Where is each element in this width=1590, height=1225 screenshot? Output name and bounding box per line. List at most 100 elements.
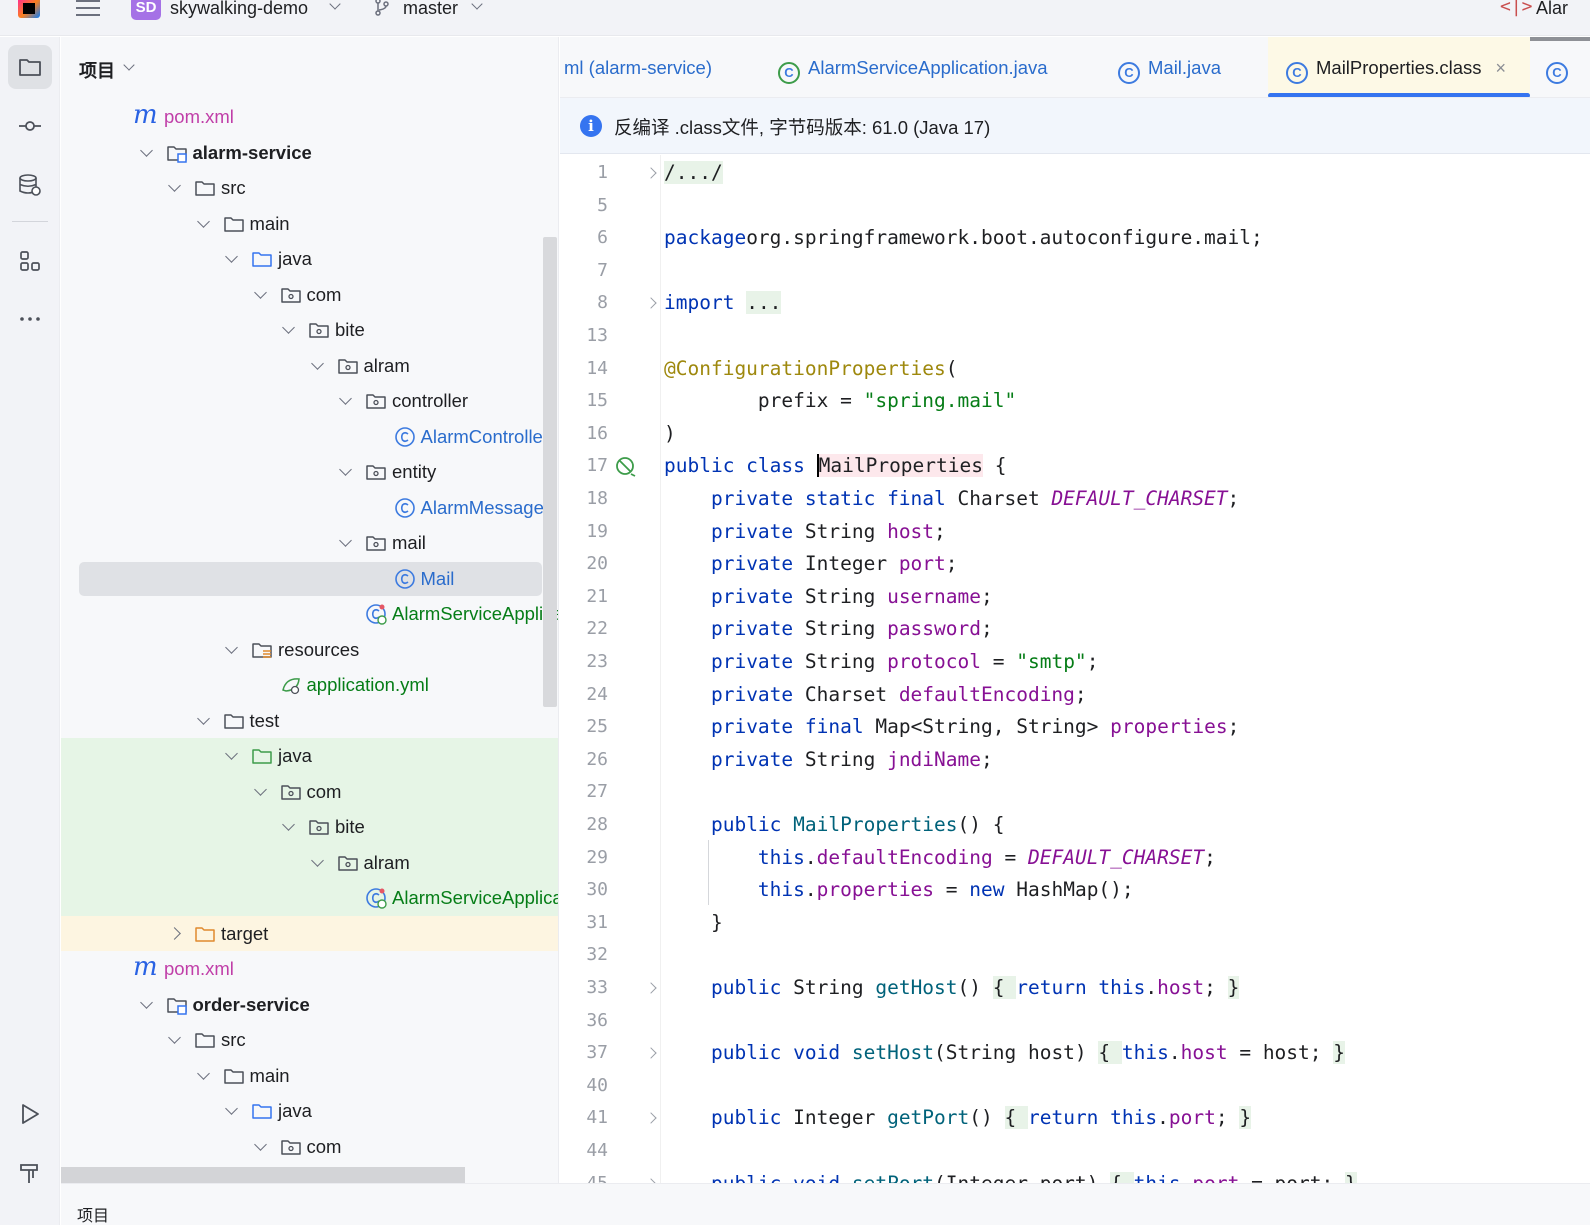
tree-row[interactable]: application.yml <box>61 667 558 703</box>
project-name[interactable]: skywalking-demo <box>170 0 308 19</box>
collapse-arrow-icon[interactable] <box>225 640 238 654</box>
fold-expand-icon[interactable] <box>645 167 657 179</box>
code-line[interactable]: 25 private final Map<String, String> pro… <box>560 711 1590 744</box>
collapse-arrow-icon[interactable] <box>225 250 238 263</box>
collapse-arrow-icon[interactable] <box>339 392 352 405</box>
code-line[interactable]: 29 this.defaultEncoding = DEFAULT_CHARSE… <box>560 842 1590 875</box>
project-badge[interactable]: SD <box>131 0 161 20</box>
tree-row[interactable]: com <box>61 773 558 809</box>
project-panel-title[interactable]: 项目 <box>79 57 115 83</box>
bottom-panel-label[interactable]: 项目 <box>77 1202 109 1225</box>
tree-row[interactable]: src <box>61 170 558 206</box>
collapse-arrow-icon[interactable] <box>168 1031 181 1044</box>
code-line[interactable]: 18 private static final Charset DEFAULT_… <box>560 483 1590 516</box>
tree-row[interactable]: mail <box>61 525 558 561</box>
tab-mail-properties-class[interactable]: C MailProperties.class × <box>1268 37 1530 97</box>
run-config-label[interactable]: Alar <box>1536 0 1568 19</box>
code-line[interactable]: 30 this.properties = new HashMap(); <box>560 874 1590 907</box>
line-number[interactable]: 32 <box>560 939 608 972</box>
tree-row[interactable]: com <box>61 1129 558 1165</box>
collapse-arrow-icon[interactable] <box>253 782 267 796</box>
tree-row[interactable]: controller <box>61 383 558 419</box>
tree-row[interactable]: m pom.xml <box>61 99 558 135</box>
line-number[interactable]: 15 <box>560 385 608 418</box>
code-line[interactable]: 6 packageorg.springframework.boot.autocon… <box>560 222 1590 255</box>
collapse-arrow-icon[interactable] <box>339 534 352 547</box>
project-tool-button[interactable] <box>8 45 52 89</box>
collapse-arrow-icon[interactable] <box>196 214 210 228</box>
tree-row[interactable]: AlarmServiceApplicatio <box>61 880 558 916</box>
code-line[interactable]: 41 public Integer getPort() { return thi… <box>560 1102 1590 1135</box>
tree-row[interactable]: bite <box>61 809 558 845</box>
more-tools-button[interactable] <box>8 297 52 341</box>
line-number[interactable]: 7 <box>560 255 608 288</box>
expand-arrow-icon[interactable] <box>168 926 181 940</box>
line-number[interactable]: 36 <box>560 1005 608 1038</box>
project-chevron-down-icon[interactable] <box>329 0 341 10</box>
code-line[interactable]: 14 @ConfigurationProperties( <box>560 353 1590 386</box>
tab-close-icon[interactable]: × <box>1496 38 1507 97</box>
structure-tool-button[interactable] <box>8 239 52 283</box>
line-number[interactable]: 33 <box>560 972 608 1005</box>
code-line[interactable]: 23 private String protocol = "smtp"; <box>560 646 1590 679</box>
line-number[interactable]: 1 <box>560 157 608 190</box>
tab-alarm-service-application[interactable]: C AlarmServiceApplication.java <box>778 37 1048 97</box>
collapse-arrow-icon[interactable] <box>253 285 267 299</box>
code-editor[interactable]: 1 /.../ 5 6 packageorg.springframework.boot.… <box>560 155 1590 1183</box>
line-number[interactable]: 44 <box>560 1135 608 1168</box>
tree-row[interactable]: alram <box>61 844 558 880</box>
tree-row[interactable]: m pom.xml <box>61 951 558 987</box>
project-horizontal-scrollbar[interactable] <box>61 1167 465 1183</box>
branch-chevron-down-icon[interactable] <box>471 0 483 10</box>
no-usages-icon[interactable] <box>614 455 638 479</box>
tree-row[interactable]: main <box>61 206 558 242</box>
collapse-arrow-icon[interactable] <box>310 853 324 867</box>
line-number[interactable]: 41 <box>560 1102 608 1135</box>
code-line[interactable]: 21 private String username; <box>560 581 1590 614</box>
code-line[interactable]: 31 } <box>560 907 1590 940</box>
collapse-arrow-icon[interactable] <box>282 818 295 831</box>
tree-row[interactable]: src <box>61 1022 558 1058</box>
fold-expand-icon[interactable] <box>645 1047 657 1059</box>
line-number[interactable]: 5 <box>560 190 608 223</box>
code-line[interactable]: 40 <box>560 1070 1590 1103</box>
collapse-arrow-icon[interactable] <box>196 711 210 725</box>
code-line[interactable]: 44 <box>560 1135 1590 1168</box>
branch-name[interactable]: master <box>403 0 458 19</box>
line-number[interactable]: 30 <box>560 874 608 907</box>
collapse-arrow-icon[interactable] <box>339 463 352 476</box>
code-line[interactable]: 5 <box>560 190 1590 223</box>
line-number[interactable]: 21 <box>560 581 608 614</box>
collapse-arrow-icon[interactable] <box>282 321 295 334</box>
tree-row[interactable]: entity <box>61 454 558 490</box>
collapse-arrow-icon[interactable] <box>139 143 153 157</box>
tree-row[interactable]: java <box>61 738 558 774</box>
tree-row[interactable]: java <box>61 241 558 277</box>
code-line[interactable]: 16) <box>560 418 1590 451</box>
code-line[interactable]: 36 <box>560 1005 1590 1038</box>
code-line[interactable]: 45 public void setPort(Integer port) { t… <box>560 1168 1590 1183</box>
line-number[interactable]: 27 <box>560 776 608 809</box>
code-line[interactable]: 37 public void setHost(String host) { th… <box>560 1037 1590 1070</box>
tree-row[interactable]: alram <box>61 348 558 384</box>
collapse-arrow-icon[interactable] <box>196 1066 210 1080</box>
line-number[interactable]: 13 <box>560 320 608 353</box>
tree-row[interactable]: AlarmController <box>61 419 558 455</box>
code-line[interactable]: 13 <box>560 320 1590 353</box>
line-number[interactable]: 37 <box>560 1037 608 1070</box>
code-line[interactable]: 19 private String host; <box>560 516 1590 549</box>
project-vertical-scrollbar[interactable] <box>543 237 557 707</box>
line-number[interactable]: 16 <box>560 418 608 451</box>
code-line[interactable]: 32 <box>560 939 1590 972</box>
code-line[interactable]: 28 public MailProperties() { <box>560 809 1590 842</box>
main-menu-icon[interactable] <box>76 0 100 18</box>
collapse-arrow-icon[interactable] <box>225 1102 238 1115</box>
tree-row[interactable]: bite <box>61 312 558 348</box>
line-number[interactable]: 45 <box>560 1168 608 1183</box>
tab-pom-xml[interactable]: ml (alarm-service) <box>564 37 712 97</box>
tree-row[interactable]: test <box>61 703 558 739</box>
collapse-arrow-icon[interactable] <box>168 179 181 192</box>
code-brackets-icon[interactable]: <|> <box>1500 0 1533 17</box>
line-number[interactable]: 14 <box>560 353 608 386</box>
commit-tool-button[interactable] <box>8 104 52 148</box>
